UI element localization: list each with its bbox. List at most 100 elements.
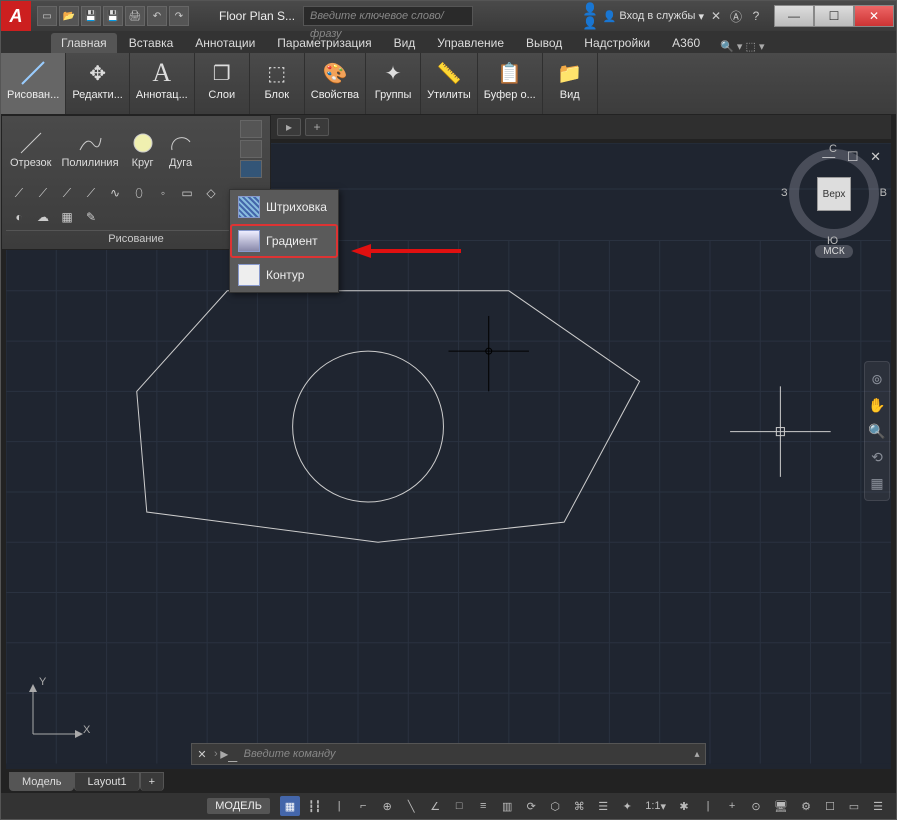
status-customize-icon[interactable]: ☰ <box>868 796 888 816</box>
sm-tool-5[interactable]: ∿ <box>106 184 124 202</box>
status-osnap-icon[interactable]: □ <box>449 796 469 816</box>
panel-block[interactable]: ⬚Блок <box>250 53 305 114</box>
ribbon-tab-a360[interactable]: A360 <box>662 33 710 53</box>
nav-zoom-icon[interactable]: 🔍 <box>868 422 886 440</box>
maximize-button[interactable]: ☐ <box>814 5 854 27</box>
tool-ellipse-mini[interactable] <box>240 140 262 158</box>
panel-util[interactable]: 📏Утилиты <box>421 53 478 114</box>
app-logo[interactable]: A <box>1 1 31 31</box>
status-ortho-icon[interactable]: ⌐ <box>353 796 373 816</box>
status-iso-icon[interactable]: ╲ <box>401 796 421 816</box>
tool-line[interactable]: Отрезок <box>6 127 55 171</box>
status-clean-icon[interactable]: ▭ <box>844 796 864 816</box>
a360-icon[interactable]: Ⓐ <box>728 8 744 24</box>
infocenter-icon[interactable]: 👤👤 <box>583 8 599 24</box>
panel-annotate[interactable]: AАннотац... <box>130 53 195 114</box>
sm-tool-11[interactable]: ◐ <box>10 208 28 226</box>
ribbon-tab-manage[interactable]: Управление <box>427 33 514 53</box>
ribbon-tab-insert[interactable]: Вставка <box>119 33 184 53</box>
sm-tool-6[interactable]: ⬯ <box>130 184 148 202</box>
flyout-boundary[interactable]: Контур <box>230 258 338 292</box>
status-snap-icon[interactable]: ┇┇ <box>304 796 325 816</box>
tab-layout1[interactable]: Layout1 <box>74 772 139 791</box>
panel-props[interactable]: 🎨Свойства <box>305 53 366 114</box>
minimize-button[interactable]: — <box>774 5 814 27</box>
sm-tool-2[interactable]: ⟋ <box>34 184 52 202</box>
status-annoscale-icon[interactable]: ✱ <box>674 796 694 816</box>
flyout-hatch[interactable]: Штриховка <box>230 190 338 224</box>
sm-tool-13[interactable]: ▦ <box>58 208 76 226</box>
sm-tool-8[interactable]: ▭ <box>178 184 196 202</box>
sm-tool-9[interactable]: ◇ <box>202 184 220 202</box>
qat-save-icon[interactable]: 💾 <box>81 6 101 26</box>
panel-layers[interactable]: ❐Слои <box>195 53 250 114</box>
viewcube[interactable]: Верх С В Ю З МСК <box>784 149 884 259</box>
ribbon-tab-addins[interactable]: Надстройки <box>574 33 660 53</box>
sm-tool-12[interactable]: ☁ <box>34 208 52 226</box>
search-input[interactable]: Введите ключевое слово/фразу <box>303 6 473 26</box>
qat-new-icon[interactable]: ▭ <box>37 6 57 26</box>
sm-tool-7[interactable]: ◦ <box>154 184 172 202</box>
status-cycling-icon[interactable]: ⟳ <box>521 796 541 816</box>
status-filter-icon[interactable]: ☰ <box>593 796 613 816</box>
status-transparency-icon[interactable]: ▥ <box>497 796 517 816</box>
ribbon-tab-parametric[interactable]: Параметризация <box>267 33 381 53</box>
panel-draw[interactable]: Рисован... <box>1 53 66 114</box>
sm-tool-1[interactable]: ⟋ <box>10 184 28 202</box>
panel-clipboard[interactable]: 📋Буфер о... <box>478 53 543 114</box>
ribbon-tab-output[interactable]: Вывод <box>516 33 572 53</box>
status-isolate-icon[interactable]: ☐ <box>820 796 840 816</box>
cmdline-recent-icon[interactable]: ▴ <box>689 749 705 760</box>
status-units-icon[interactable]: 🖥 <box>770 796 792 816</box>
signin-button[interactable]: 👤 Вход в службы▾ <box>603 10 704 23</box>
cmdline-close-icon[interactable]: ✕ <box>192 748 212 761</box>
ribbon-tab-home[interactable]: Главная <box>51 33 117 53</box>
status-dynucs-icon[interactable]: ⌘ <box>569 796 589 816</box>
sm-tool-3[interactable]: ⟋ <box>58 184 76 202</box>
nav-pan-icon[interactable]: ✋ <box>868 396 886 414</box>
command-line[interactable]: ✕ › ▸_ Введите команду ▴ <box>191 743 706 765</box>
status-lineweight-icon[interactable]: ≡ <box>473 796 493 816</box>
tool-rect-mini[interactable] <box>240 120 262 138</box>
panel-groups[interactable]: ✦Группы <box>366 53 421 114</box>
panel-modify[interactable]: ✥Редакти... <box>66 53 130 114</box>
viewcube-face-top[interactable]: Верх <box>817 177 851 211</box>
qat-redo-icon[interactable]: ↷ <box>169 6 189 26</box>
tool-polyline[interactable]: Полилиния <box>57 127 122 171</box>
drawing-canvas[interactable] <box>6 235 891 769</box>
sm-tool-14[interactable]: ✎ <box>82 208 100 226</box>
nav-fullnav-icon[interactable]: ⊚ <box>868 370 886 388</box>
panel-view[interactable]: 📁Вид <box>543 53 598 114</box>
nav-showmotion-icon[interactable]: ▦ <box>868 474 886 492</box>
cmdline-input[interactable]: Введите команду <box>238 748 689 760</box>
tool-circle[interactable]: Круг <box>125 127 161 171</box>
status-model-button[interactable]: МОДЕЛЬ <box>207 798 270 814</box>
help-icon[interactable]: ? <box>748 8 764 24</box>
ribbon-overflow-icon[interactable]: 🔍 ▾ ⬚ ▾ <box>720 40 764 53</box>
status-polar-icon[interactable]: ⊕ <box>377 796 397 816</box>
ribbon-tab-view[interactable]: Вид <box>384 33 426 53</box>
flyout-gradient[interactable]: Градиент <box>230 224 338 258</box>
viewcube-north[interactable]: С <box>829 143 837 155</box>
status-monitor-icon[interactable]: ⊙ <box>746 796 766 816</box>
qat-undo-icon[interactable]: ↶ <box>147 6 167 26</box>
tab-model[interactable]: Модель <box>9 772 74 791</box>
tab-add-layout[interactable]: + <box>140 772 164 791</box>
status-scale-button[interactable]: 1:1 ▾ <box>641 796 670 816</box>
tool-hatch-mini[interactable] <box>240 160 262 178</box>
close-button[interactable]: ✕ <box>854 5 894 27</box>
status-gizmo-icon[interactable]: ✦ <box>617 796 637 816</box>
tool-arc[interactable]: Дуга <box>163 127 199 171</box>
qat-saveas-icon[interactable]: 💾 <box>103 6 123 26</box>
sm-tool-4[interactable]: ⟋ <box>82 184 100 202</box>
status-otrack-icon[interactable]: ∠ <box>425 796 445 816</box>
viewcube-east[interactable]: В <box>880 187 887 199</box>
viewcube-west[interactable]: З <box>781 187 788 199</box>
status-3dosnap-icon[interactable]: ⬡ <box>545 796 565 816</box>
qat-open-icon[interactable]: 📂 <box>59 6 79 26</box>
ribbon-tab-annotate[interactable]: Аннотации <box>185 33 265 53</box>
status-hwacc-icon[interactable]: ⚙ <box>796 796 816 816</box>
exchange-icon[interactable]: ✕ <box>708 8 724 24</box>
status-grid-icon[interactable]: ▦ <box>280 796 300 816</box>
qat-print-icon[interactable]: 🖨 <box>125 6 145 26</box>
